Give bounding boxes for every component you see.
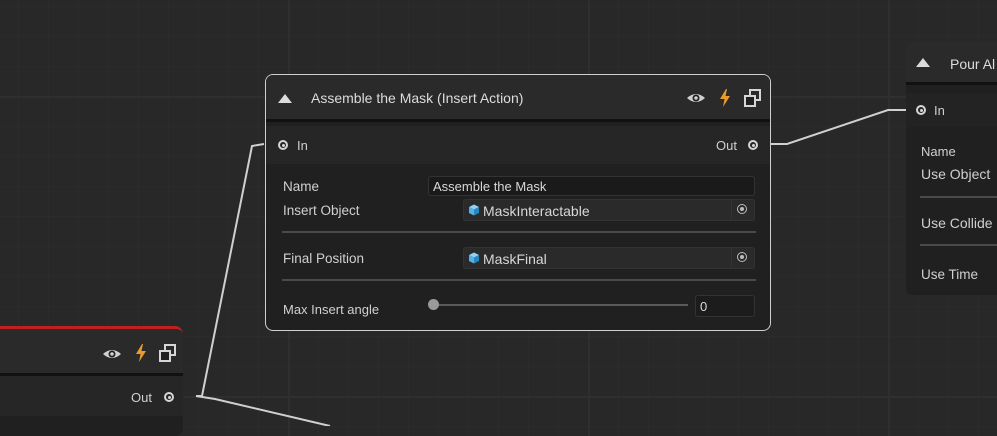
max-insert-angle-slider-thumb[interactable] [428,299,439,310]
left-node[interactable]: Out [0,326,183,436]
name-label: Name [921,144,956,159]
collapse-triangle-icon[interactable] [278,94,292,103]
target-icon [737,252,747,262]
out-label: Out [131,390,152,405]
out-port[interactable] [748,140,758,150]
object-picker-button[interactable] [731,200,754,220]
pour-node[interactable]: Pour Al In Name Use Object Use Collide U… [906,42,997,295]
pour-node-header[interactable]: Pour Al [906,42,997,85]
use-time-label: Use Time [921,267,979,282]
target-icon [737,204,747,214]
port-row: In [906,93,997,127]
assemble-node-header[interactable]: Assemble the Mask (Insert Action) [266,75,770,122]
left-node-out-row: Out [0,376,183,416]
name-label: Name [283,179,320,194]
object-picker-button[interactable] [731,248,754,268]
eye-icon[interactable] [686,88,706,108]
wire-left-to-assemble [196,143,265,397]
collapse-triangle-icon[interactable] [916,58,930,67]
wire-left-out-2 [195,395,331,426]
in-label: In [934,103,945,118]
in-label: In [297,138,308,153]
in-port[interactable] [916,105,926,115]
max-insert-angle-input[interactable]: 0 [695,295,755,317]
cube-icon [469,252,479,264]
insert-object-label: Insert Object [283,203,360,218]
final-position-field[interactable]: MaskFinal [463,247,755,269]
final-position-label: Final Position [283,251,365,266]
eye-icon[interactable] [102,344,122,364]
insert-object-field[interactable]: MaskInteractable [463,199,755,221]
assemble-node[interactable]: Assemble the Mask (Insert Action) In Out… [265,74,771,331]
duplicate-icon[interactable] [158,343,178,363]
in-port[interactable] [278,140,288,150]
use-collider-label: Use Collide [921,215,993,231]
left-node-header[interactable] [0,329,183,376]
node-title: Pour Al [950,56,996,72]
divider [282,279,756,281]
name-field[interactable]: Assemble the Mask [428,176,755,196]
max-insert-angle-slider-track[interactable] [432,304,688,306]
out-port[interactable] [164,392,174,402]
out-label: Out [716,138,737,153]
max-insert-angle-label: Max Insert angle [283,302,380,317]
insert-object-value: MaskInteractable [483,203,590,219]
lightning-icon[interactable] [131,343,151,363]
cube-icon [469,204,479,216]
divider [920,244,997,246]
node-title: Assemble the Mask (Insert Action) [311,90,524,106]
wire-assemble-to-pour [760,109,906,145]
duplicate-icon[interactable] [743,88,763,108]
port-row: In Out [266,126,770,164]
final-position-value: MaskFinal [483,251,547,267]
divider [920,196,997,198]
lightning-icon[interactable] [715,88,735,108]
divider [282,231,756,233]
use-object-label: Use Object [921,166,991,182]
